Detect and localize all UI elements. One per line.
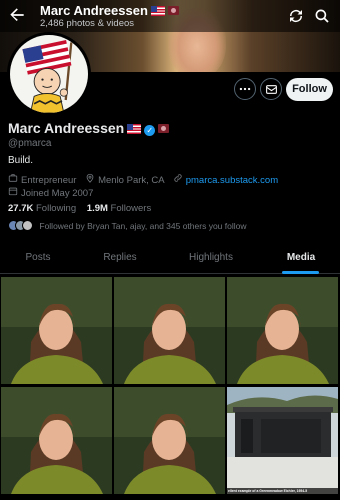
refresh-icon[interactable] bbox=[287, 7, 305, 25]
message-icon bbox=[265, 85, 277, 94]
profile-category: Entrepreneur bbox=[21, 175, 77, 186]
more-icon bbox=[239, 87, 251, 91]
profile-bio: Build. bbox=[8, 155, 34, 166]
header-name: Marc Andreessen bbox=[40, 3, 148, 18]
avatar[interactable] bbox=[7, 32, 91, 116]
media-thumbnail[interactable] bbox=[227, 277, 338, 384]
tab-media[interactable]: Media bbox=[279, 244, 323, 274]
profile-name-text: Marc Andreessen bbox=[8, 120, 125, 136]
location-icon bbox=[85, 173, 96, 185]
profile-stats: 27.7K Following 1.9M Followers bbox=[8, 203, 151, 214]
following-link[interactable]: 27.7K Following bbox=[8, 203, 76, 214]
calendar-icon bbox=[8, 186, 19, 198]
follow-button[interactable]: Follow bbox=[286, 78, 333, 101]
followers-count: 1.9M bbox=[86, 203, 108, 214]
affiliation-badge-icon[interactable] bbox=[167, 6, 179, 15]
profile-joined: Joined May 2007 bbox=[21, 188, 94, 199]
profile-meta-row-2: Joined May 2007 bbox=[8, 186, 93, 199]
link-icon bbox=[173, 173, 184, 185]
search-icon[interactable] bbox=[313, 7, 331, 25]
profile-name: Marc Andreessen ✓ bbox=[8, 120, 170, 136]
profile-handle: @pmarca bbox=[8, 138, 52, 149]
us-flag-icon bbox=[150, 6, 165, 16]
header-title: Marc Andreessen bbox=[40, 3, 179, 18]
following-label: Following bbox=[36, 203, 77, 214]
profile-location: Menlo Park, CA bbox=[98, 175, 165, 186]
affiliation-badge-icon[interactable] bbox=[158, 124, 170, 133]
profile-meta-row-1: Entrepreneur Menlo Park, CA pmarca.subst… bbox=[8, 173, 278, 186]
top-bar: Marc Andreessen 2,486 photos & videos bbox=[0, 0, 340, 32]
media-caption: ellent example of a Greenmeadow Eichler,… bbox=[227, 488, 338, 494]
followers-label: Followers bbox=[110, 203, 152, 214]
media-thumbnail[interactable] bbox=[114, 277, 225, 384]
follower-avatar bbox=[22, 220, 33, 231]
tab-replies[interactable]: Replies bbox=[98, 244, 142, 274]
media-count: 2,486 photos & videos bbox=[40, 18, 135, 29]
message-button[interactable] bbox=[260, 78, 282, 100]
verified-icon[interactable]: ✓ bbox=[144, 125, 156, 136]
profile-tabs: Posts Replies Highlights Media bbox=[0, 244, 340, 274]
profile-website-link[interactable]: pmarca.substack.com bbox=[186, 175, 278, 186]
followed-by-text: Followed by Bryan Tan, ajay, and 345 oth… bbox=[39, 221, 247, 231]
us-flag-icon bbox=[127, 124, 142, 134]
tab-posts[interactable]: Posts bbox=[16, 244, 60, 274]
media-thumbnail[interactable] bbox=[1, 277, 112, 384]
following-count: 27.7K bbox=[8, 203, 34, 214]
media-thumbnail[interactable] bbox=[1, 387, 112, 494]
tab-highlights[interactable]: Highlights bbox=[186, 244, 236, 274]
media-thumbnail[interactable] bbox=[114, 387, 225, 494]
media-thumbnail[interactable]: ellent example of a Greenmeadow Eichler,… bbox=[227, 387, 338, 494]
followed-by[interactable]: Followed by Bryan Tan, ajay, and 345 oth… bbox=[8, 220, 247, 234]
active-tab-indicator bbox=[282, 271, 319, 274]
briefcase-icon bbox=[8, 173, 19, 185]
followers-link[interactable]: 1.9M Followers bbox=[87, 203, 151, 214]
back-arrow-icon[interactable] bbox=[6, 5, 28, 27]
more-options-button[interactable] bbox=[234, 78, 256, 100]
